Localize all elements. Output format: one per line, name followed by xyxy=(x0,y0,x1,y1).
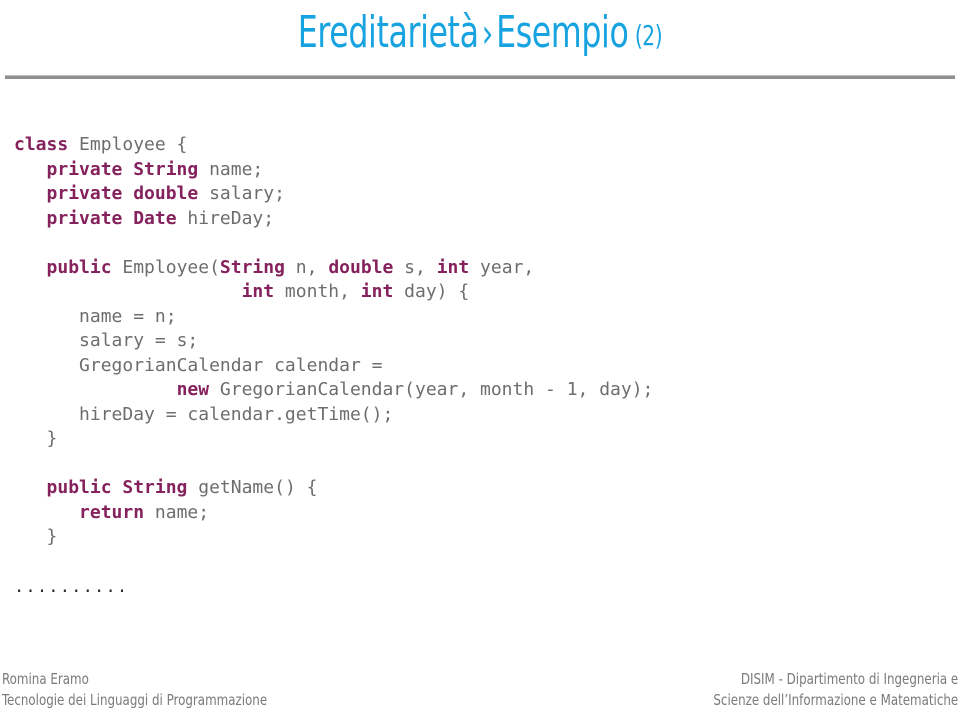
footer-course-name: Tecnologie dei Linguaggi di Programmazio… xyxy=(2,691,268,709)
code-identifier: month, xyxy=(274,281,361,302)
code-keyword: private Date xyxy=(46,207,177,229)
code-keyword: int xyxy=(360,281,394,302)
code-identifier: GregorianCalendar calendar = xyxy=(79,354,383,376)
code-keyword: new xyxy=(176,379,210,400)
code-keyword: private double xyxy=(46,183,199,204)
code-identifier: } xyxy=(46,526,58,547)
footer-author-name: Romina Eramo xyxy=(2,670,89,688)
code-identifier: GregorianCalendar(year, month - 1, day); xyxy=(209,379,654,400)
code-keyword: int xyxy=(241,281,275,302)
code-line: public String getName() { xyxy=(14,476,944,501)
code-line: public Employee(String n, double s, int … xyxy=(14,256,944,281)
code-identifier: name = n; xyxy=(79,305,177,327)
code-identifier: day) { xyxy=(393,281,470,302)
footer-author: Romina Eramo Tecnologie dei Linguaggi di… xyxy=(2,669,267,711)
code-keyword: public xyxy=(46,256,112,278)
code-line: } xyxy=(14,427,944,452)
code-line: name = n; xyxy=(14,305,944,330)
code-line: private String name; xyxy=(14,158,944,183)
code-line: salary = s; xyxy=(14,329,944,354)
code-identifier: salary = s; xyxy=(79,330,199,351)
page-title-rest: Esempio xyxy=(496,7,629,58)
code-keyword: double xyxy=(328,256,394,278)
code-identifier: salary; xyxy=(198,183,285,204)
page-title-number: (2) xyxy=(634,19,663,52)
code-identifier: name; xyxy=(144,501,210,523)
code-identifier: getName() { xyxy=(187,477,318,498)
code-identifier: Employee( xyxy=(111,256,220,278)
code-line: new GregorianCalendar(year, month - 1, d… xyxy=(14,378,944,403)
footer-department: DISIM - Dipartimento di Ingegneria e Sci… xyxy=(713,669,958,711)
title-separator-icon: › xyxy=(481,11,494,57)
code-keyword: public String xyxy=(46,477,188,498)
code-identifier: s, xyxy=(393,256,437,278)
code-identifier: year, xyxy=(469,256,535,278)
code-line: class Employee { xyxy=(14,133,944,158)
title-divider xyxy=(5,75,955,79)
footer-department-line2: Scienze dell’Informazione e Matematiche xyxy=(713,691,958,709)
page-title-main: Ereditarietà xyxy=(297,7,479,58)
footer-department-line1: DISIM - Dipartimento di Ingegneria e xyxy=(740,670,958,688)
code-keyword: return xyxy=(79,501,145,523)
ellipsis-marker: ....................... xyxy=(14,580,126,594)
code-line: private Date hireDay; xyxy=(14,207,944,232)
code-identifier: name; xyxy=(198,158,264,180)
code-line: } xyxy=(14,525,944,550)
code-line: hireDay = calendar.getTime(); xyxy=(14,403,944,428)
code-line: int month, int day) { xyxy=(14,280,944,305)
code-line: private double salary; xyxy=(14,182,944,207)
code-identifier: } xyxy=(46,428,58,449)
code-identifier: n, xyxy=(284,256,329,278)
code-keyword: String xyxy=(219,256,285,278)
code-line: return name; xyxy=(14,501,944,526)
page-title: Ereditarietà›Esempio (2) xyxy=(96,2,864,67)
code-block: class Employee { private String name; pr… xyxy=(14,133,944,550)
code-identifier: Employee { xyxy=(68,134,188,155)
code-keyword: int xyxy=(436,256,470,278)
code-identifier: hireDay = calendar.getTime(); xyxy=(79,403,394,425)
code-keyword: private String xyxy=(46,158,199,180)
code-keyword: class xyxy=(14,134,69,155)
code-identifier: hireDay; xyxy=(176,207,275,229)
code-line: GregorianCalendar calendar = xyxy=(14,354,944,379)
